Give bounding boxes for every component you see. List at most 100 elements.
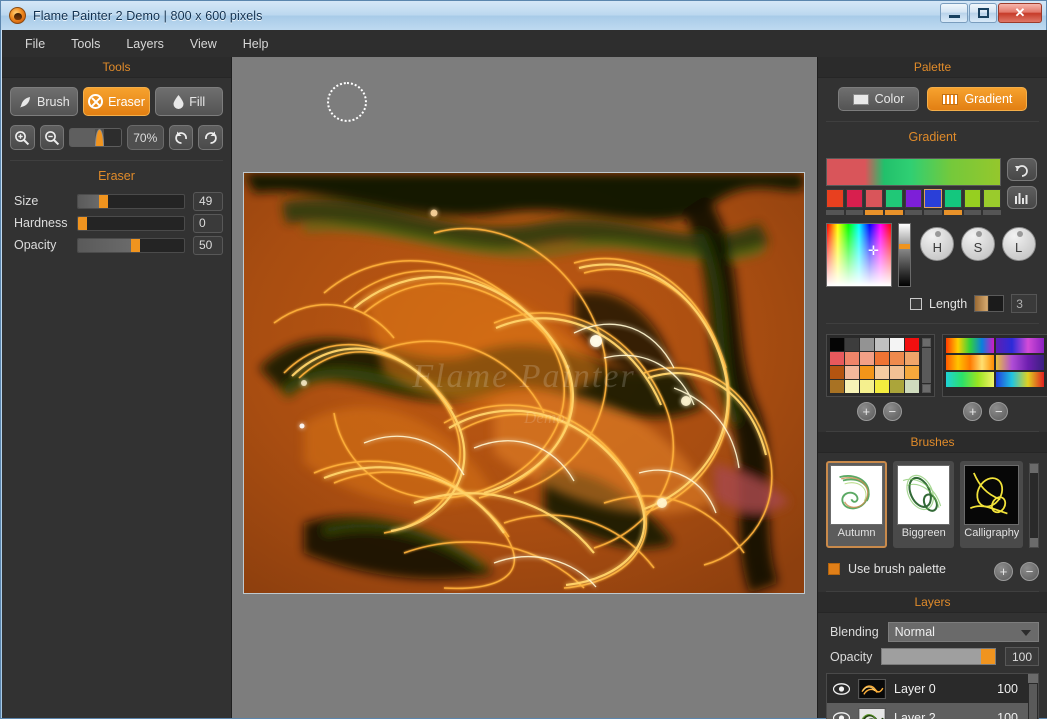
- color-swatch[interactable]: [890, 352, 904, 365]
- gradient-swatch[interactable]: [996, 338, 1044, 353]
- layer-opacity-handle[interactable]: [981, 649, 995, 664]
- brush-list-scrollbar[interactable]: [1029, 463, 1040, 548]
- table-row[interactable]: Layer 2 100: [827, 703, 1028, 719]
- color-swatch[interactable]: [860, 338, 874, 351]
- scroll-up-icon[interactable]: [922, 338, 931, 347]
- zoom-in-button[interactable]: [10, 125, 35, 150]
- add-brush-button[interactable]: +: [994, 562, 1013, 581]
- saturation-knob[interactable]: S: [960, 227, 995, 261]
- brush-scroll-down-icon[interactable]: [1030, 538, 1039, 547]
- maximize-button[interactable]: [969, 3, 997, 23]
- remove-gradient-button[interactable]: −: [989, 402, 1009, 421]
- stop-handle[interactable]: [924, 210, 943, 215]
- brush-scroll-up-icon[interactable]: [1030, 464, 1039, 473]
- size-slider[interactable]: [77, 193, 185, 209]
- size-slider-handle[interactable]: [99, 194, 109, 208]
- scroll-thumb[interactable]: [922, 348, 931, 383]
- saturation-value-picker[interactable]: ✛: [826, 223, 892, 287]
- hardness-slider[interactable]: [77, 215, 185, 231]
- eye-icon[interactable]: [832, 682, 851, 695]
- zoom-slider[interactable]: [69, 128, 122, 147]
- blending-select[interactable]: Normal: [887, 622, 1039, 642]
- color-swatch[interactable]: [890, 338, 904, 351]
- stop-handle[interactable]: [904, 210, 923, 215]
- canvas-area[interactable]: Flame Painter Demo: [232, 57, 817, 718]
- layer-opacity-slider[interactable]: [881, 648, 996, 665]
- redo-button[interactable]: [198, 125, 223, 150]
- color-swatch[interactable]: [860, 380, 874, 393]
- color-swatch[interactable]: [875, 338, 889, 351]
- color-swatch[interactable]: [905, 380, 919, 393]
- use-brush-palette-row[interactable]: Use brush palette: [828, 562, 946, 576]
- gradient-stop[interactable]: [963, 189, 982, 208]
- gradient-stop[interactable]: [885, 189, 903, 208]
- length-slider[interactable]: [974, 295, 1005, 312]
- gradient-stop-selected[interactable]: [924, 189, 943, 208]
- table-row[interactable]: Layer 0 100: [827, 674, 1028, 703]
- color-swatch[interactable]: [830, 380, 844, 393]
- loop-icon[interactable]: [1007, 158, 1037, 181]
- add-color-button[interactable]: +: [856, 402, 876, 421]
- stop-handle[interactable]: [944, 210, 962, 215]
- color-swatch[interactable]: [905, 366, 919, 379]
- remove-brush-button[interactable]: −: [1020, 562, 1039, 581]
- layers-scroll-up-icon[interactable]: [1028, 674, 1038, 683]
- color-swatch[interactable]: [860, 352, 874, 365]
- gradient-swatch[interactable]: [996, 355, 1044, 370]
- scroll-down-icon[interactable]: [922, 384, 931, 393]
- gradient-mode-button[interactable]: Gradient: [927, 87, 1028, 111]
- gradient-stop[interactable]: [826, 189, 844, 208]
- opacity-slider[interactable]: [77, 237, 185, 253]
- length-checkbox[interactable]: [910, 297, 922, 310]
- hardness-slider-handle[interactable]: [78, 216, 87, 230]
- gradient-stop[interactable]: [865, 189, 884, 208]
- stop-handle[interactable]: [885, 210, 903, 215]
- value-strip-handle[interactable]: [899, 244, 910, 249]
- lightness-knob[interactable]: L: [1001, 227, 1036, 261]
- color-swatch[interactable]: [830, 366, 844, 379]
- layers-scroll-thumb[interactable]: [1029, 684, 1037, 719]
- color-swatch[interactable]: [875, 380, 889, 393]
- color-mode-button[interactable]: Color: [837, 87, 920, 111]
- color-swatch[interactable]: [890, 366, 904, 379]
- stop-handle[interactable]: [865, 210, 884, 215]
- gradient-swatch[interactable]: [996, 372, 1044, 387]
- gradient-stop[interactable]: [983, 189, 1002, 208]
- color-swatch[interactable]: [905, 352, 919, 365]
- gradient-stop[interactable]: [944, 189, 962, 208]
- gradient-swatch[interactable]: [946, 338, 994, 353]
- menu-item-file[interactable]: File: [14, 33, 56, 55]
- opacity-slider-handle[interactable]: [131, 238, 140, 252]
- levels-icon[interactable]: [1007, 186, 1037, 209]
- color-swatch[interactable]: [860, 366, 874, 379]
- gradient-swatch[interactable]: [946, 355, 994, 370]
- gradient-preview[interactable]: [826, 158, 1001, 186]
- stop-handle[interactable]: [983, 210, 1002, 215]
- brush-item-autumn[interactable]: Autumn: [826, 461, 888, 548]
- layers-scrollbar[interactable]: [1028, 674, 1038, 719]
- color-swatch[interactable]: [830, 338, 844, 351]
- minimize-button[interactable]: [940, 3, 968, 23]
- eraser-tool-button[interactable]: Eraser: [82, 87, 151, 116]
- color-swatch[interactable]: [875, 366, 889, 379]
- color-swatch[interactable]: [845, 338, 859, 351]
- menu-item-tools[interactable]: Tools: [60, 33, 111, 55]
- menu-item-layers[interactable]: Layers: [115, 33, 175, 55]
- stop-handle[interactable]: [963, 210, 982, 215]
- color-swatch[interactable]: [845, 352, 859, 365]
- color-swatch[interactable]: [845, 366, 859, 379]
- close-button[interactable]: ✕: [998, 3, 1042, 23]
- brush-item-calligraphy[interactable]: Calligraphy: [960, 461, 1024, 548]
- color-swatch[interactable]: [905, 338, 919, 351]
- stop-handle[interactable]: [826, 210, 844, 215]
- undo-button[interactable]: [168, 125, 194, 150]
- color-swatch[interactable]: [875, 352, 889, 365]
- stop-handle[interactable]: [845, 210, 864, 215]
- color-swatch[interactable]: [845, 380, 859, 393]
- brush-item-biggreen[interactable]: Biggreen: [893, 461, 955, 548]
- artwork-canvas[interactable]: Flame Painter Demo: [243, 172, 805, 594]
- color-swatch[interactable]: [890, 380, 904, 393]
- gradient-stop[interactable]: [904, 189, 923, 208]
- color-swatch-scrollbar[interactable]: [922, 338, 931, 393]
- hue-knob[interactable]: H: [920, 227, 955, 261]
